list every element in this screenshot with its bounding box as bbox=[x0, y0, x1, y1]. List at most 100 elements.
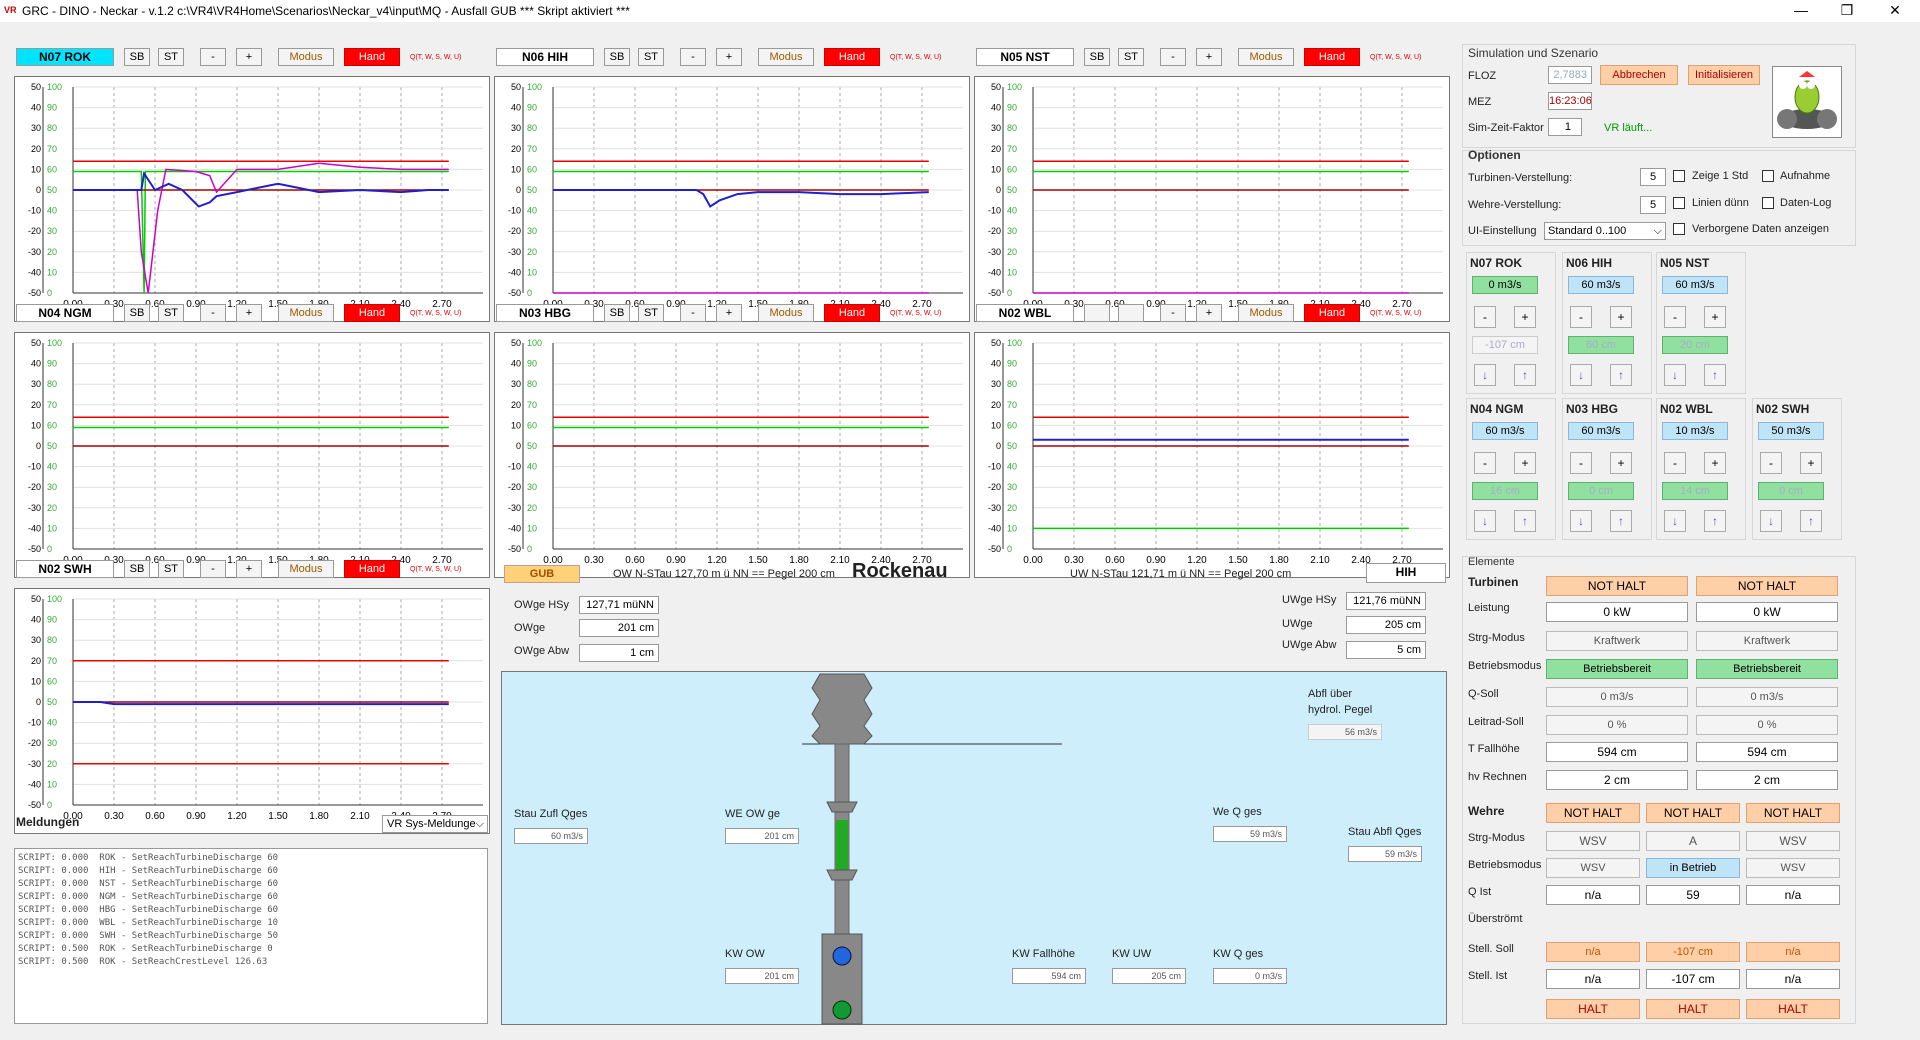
hand-button[interactable]: Hand bbox=[1304, 304, 1360, 322]
weir-halt-button[interactable]: HALT bbox=[1546, 999, 1640, 1019]
sb-button[interactable]: SB bbox=[124, 48, 150, 66]
turbine-not-halt-button[interactable]: NOT HALT bbox=[1696, 576, 1838, 596]
turbine-q-soll[interactable]: 0 m3/s bbox=[1546, 687, 1688, 707]
modus-button[interactable]: Modus bbox=[1238, 304, 1294, 322]
weir-ctrl-mode[interactable]: WSV bbox=[1746, 831, 1840, 851]
sb-button[interactable]: SB bbox=[604, 48, 630, 66]
sb-button[interactable]: SB bbox=[124, 560, 150, 578]
reach-name-button[interactable]: N02 SWH bbox=[16, 560, 114, 578]
level-up-button[interactable]: ↑ bbox=[1704, 364, 1726, 386]
level-up-button[interactable]: ↑ bbox=[1800, 510, 1822, 532]
st-button[interactable]: ST bbox=[638, 304, 664, 322]
turbine-ctrl-mode[interactable]: Kraftwerk bbox=[1696, 631, 1838, 651]
level-down-button[interactable]: ↓ bbox=[1664, 364, 1686, 386]
plus-button[interactable]: + bbox=[236, 304, 262, 322]
downstream-station-button[interactable]: HIH bbox=[1366, 563, 1446, 583]
hand-button[interactable]: Hand bbox=[344, 304, 400, 322]
q-minus-button[interactable]: - bbox=[1760, 452, 1782, 474]
sb-button[interactable]: SB bbox=[1084, 48, 1110, 66]
turbine-ctrl-mode[interactable]: Kraftwerk bbox=[1546, 631, 1688, 651]
weir-not-halt-button[interactable]: NOT HALT bbox=[1546, 803, 1640, 823]
hand-button[interactable]: Hand bbox=[824, 304, 880, 322]
turbine-not-halt-button[interactable]: NOT HALT bbox=[1546, 576, 1688, 596]
plus-button[interactable]: + bbox=[716, 304, 742, 322]
q-plus-button[interactable]: + bbox=[1800, 452, 1822, 474]
thin-lines-checkbox[interactable] bbox=[1673, 197, 1685, 209]
weir-ctrl-mode[interactable]: WSV bbox=[1546, 831, 1640, 851]
minus-button[interactable]: - bbox=[200, 304, 226, 322]
level-up-button[interactable]: ↑ bbox=[1514, 364, 1536, 386]
sim-factor-spinner[interactable]: 1 bbox=[1548, 118, 1582, 136]
message-filter-select[interactable]: VR Sys-Meldunge ⌵ bbox=[382, 815, 488, 833]
turbine-guide-vane-soll[interactable]: 0 % bbox=[1696, 715, 1838, 735]
level-down-button[interactable]: ↓ bbox=[1760, 510, 1782, 532]
reach-name-button[interactable]: N03 HBG bbox=[496, 304, 594, 322]
level-up-button[interactable]: ↑ bbox=[1610, 364, 1632, 386]
maximize-button[interactable]: ❐ bbox=[1824, 0, 1870, 22]
st-button[interactable]: ST bbox=[638, 48, 664, 66]
turbine-operating-mode[interactable]: Betriebsbereit bbox=[1696, 659, 1838, 679]
initialisieren-button[interactable]: Initialisieren bbox=[1688, 65, 1760, 85]
hidden-data-checkbox[interactable] bbox=[1673, 223, 1685, 235]
level-down-button[interactable]: ↓ bbox=[1664, 510, 1686, 532]
data-log-checkbox[interactable] bbox=[1762, 197, 1774, 209]
turbine-guide-vane-soll[interactable]: 0 % bbox=[1546, 715, 1688, 735]
sb-button[interactable]: SB bbox=[124, 304, 150, 322]
weir-not-halt-button[interactable]: NOT HALT bbox=[1746, 803, 1840, 823]
minus-button[interactable]: - bbox=[200, 560, 226, 578]
plus-button[interactable]: + bbox=[236, 48, 262, 66]
plus-button[interactable]: + bbox=[716, 48, 742, 66]
level-up-button[interactable]: ↑ bbox=[1610, 510, 1632, 532]
st-button[interactable]: ST bbox=[1118, 48, 1144, 66]
plus-button[interactable]: + bbox=[236, 560, 262, 578]
weir-adjust-input[interactable]: 5 bbox=[1640, 196, 1666, 214]
modus-button[interactable]: Modus bbox=[1238, 48, 1294, 66]
weir-operating-mode[interactable]: in Betrieb bbox=[1646, 858, 1740, 878]
q-minus-button[interactable]: - bbox=[1570, 452, 1592, 474]
level-up-button[interactable]: ↑ bbox=[1514, 510, 1536, 532]
reach-name-button[interactable]: N07 ROK bbox=[16, 48, 114, 66]
q-minus-button[interactable]: - bbox=[1570, 306, 1592, 328]
level-down-button[interactable]: ↓ bbox=[1570, 364, 1592, 386]
weir-stell-soll[interactable]: n/a bbox=[1746, 942, 1840, 962]
modus-button[interactable]: Modus bbox=[758, 48, 814, 66]
level-down-button[interactable]: ↓ bbox=[1474, 510, 1496, 532]
hand-button[interactable]: Hand bbox=[824, 48, 880, 66]
plus-button[interactable]: + bbox=[1196, 304, 1222, 322]
weir-ctrl-mode[interactable]: A bbox=[1646, 831, 1740, 851]
q-plus-button[interactable]: + bbox=[1704, 452, 1726, 474]
hand-button[interactable]: Hand bbox=[344, 48, 400, 66]
q-plus-button[interactable]: + bbox=[1610, 306, 1632, 328]
ui-setting-select[interactable]: Standard 0..100 ⌵ bbox=[1544, 222, 1666, 240]
modus-button[interactable]: Modus bbox=[758, 304, 814, 322]
sb-button[interactable] bbox=[1084, 304, 1110, 322]
modus-button[interactable]: Modus bbox=[278, 560, 334, 578]
minus-button[interactable]: - bbox=[1160, 304, 1186, 322]
weir-halt-button[interactable]: HALT bbox=[1746, 999, 1840, 1019]
reach-name-button[interactable]: N06 HIH bbox=[496, 48, 594, 66]
level-up-button[interactable]: ↑ bbox=[1704, 510, 1726, 532]
minimize-button[interactable]: — bbox=[1778, 0, 1824, 22]
modus-button[interactable]: Modus bbox=[278, 48, 334, 66]
weir-operating-mode[interactable]: WSV bbox=[1746, 858, 1840, 878]
reach-name-button[interactable]: N04 NGM bbox=[16, 304, 114, 322]
weir-stell-soll[interactable]: n/a bbox=[1546, 942, 1640, 962]
q-plus-button[interactable]: + bbox=[1610, 452, 1632, 474]
modus-button[interactable]: Modus bbox=[278, 304, 334, 322]
abbrechen-button[interactable]: Abbrechen bbox=[1600, 65, 1678, 85]
weir-operating-mode[interactable]: WSV bbox=[1546, 858, 1640, 878]
aufnahme-checkbox[interactable] bbox=[1762, 170, 1774, 182]
weir-not-halt-button[interactable]: NOT HALT bbox=[1646, 803, 1740, 823]
weir-halt-button[interactable]: HALT bbox=[1646, 999, 1740, 1019]
turbine-adjust-input[interactable]: 5 bbox=[1640, 168, 1666, 186]
turbine-q-soll[interactable]: 0 m3/s bbox=[1696, 687, 1838, 707]
turbine-operating-mode[interactable]: Betriebsbereit bbox=[1546, 659, 1688, 679]
q-minus-button[interactable]: - bbox=[1664, 306, 1686, 328]
st-button[interactable]: ST bbox=[158, 560, 184, 578]
minus-button[interactable]: - bbox=[1160, 48, 1186, 66]
minus-button[interactable]: - bbox=[200, 48, 226, 66]
st-button[interactable]: ST bbox=[158, 48, 184, 66]
weir-stell-soll[interactable]: -107 cm bbox=[1646, 942, 1740, 962]
hand-button[interactable]: Hand bbox=[1304, 48, 1360, 66]
q-minus-button[interactable]: - bbox=[1664, 452, 1686, 474]
